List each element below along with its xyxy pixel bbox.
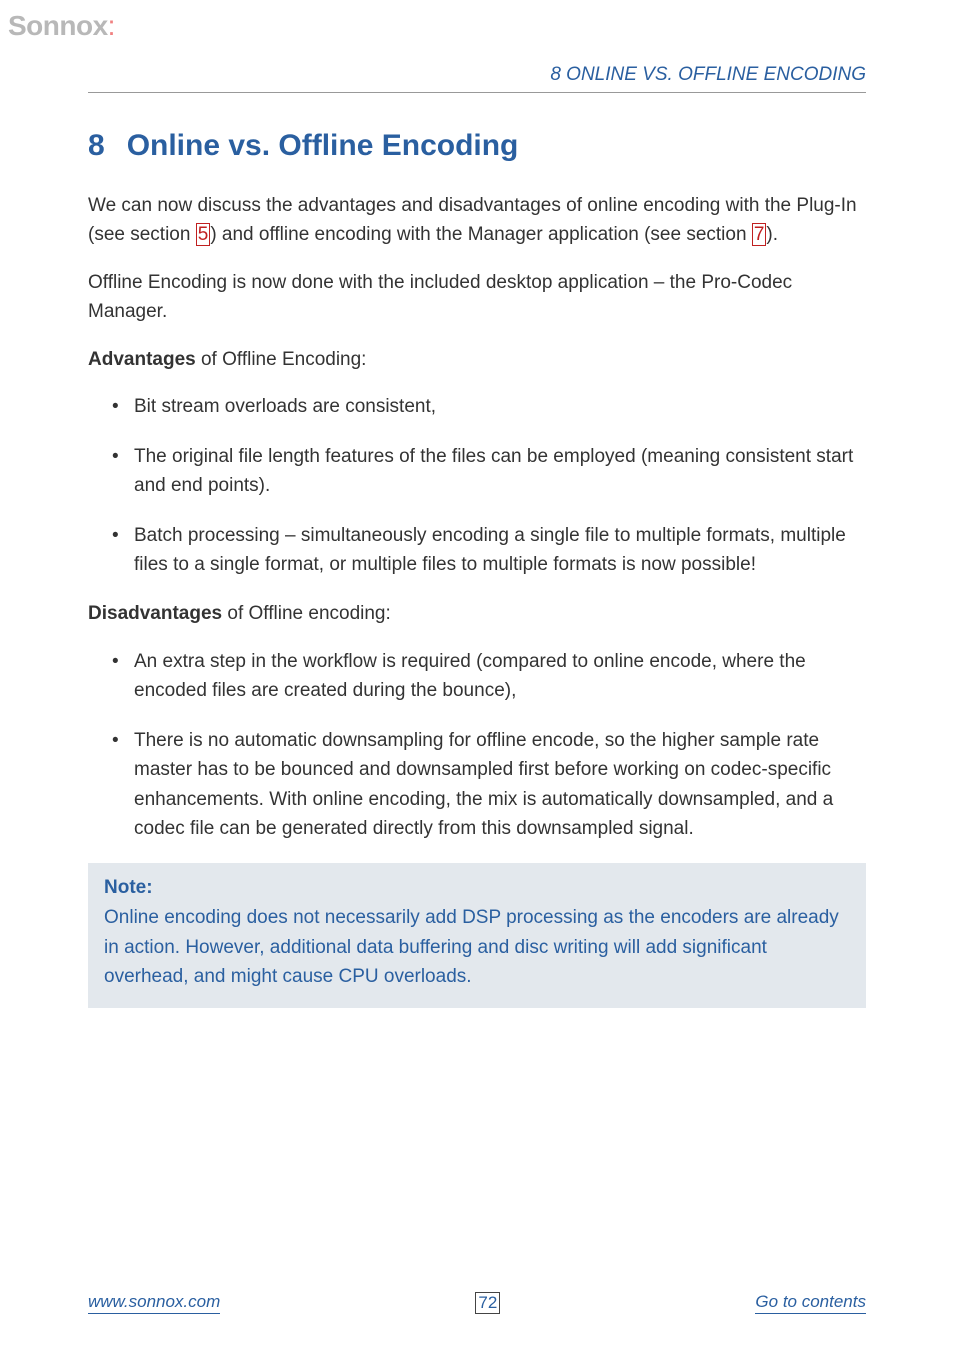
disadvantages-heading: Disadvantages of Offline encoding: bbox=[88, 599, 866, 628]
disadvantages-label: Disadvantages bbox=[88, 603, 222, 624]
disadvantages-list: An extra step in the workflow is require… bbox=[88, 647, 866, 844]
section-title-text: Online vs. Offline Encoding bbox=[127, 129, 519, 162]
logo-text: Sonnox bbox=[8, 10, 108, 41]
brand-logo: Sonnox: bbox=[8, 10, 115, 42]
list-item: The original file length features of the… bbox=[134, 442, 866, 501]
footer-url-link[interactable]: www.sonnox.com bbox=[88, 1292, 220, 1314]
list-item: Batch processing – simultaneously encodi… bbox=[134, 521, 866, 580]
list-item: There is no automatic downsampling for o… bbox=[134, 726, 866, 844]
note-title: Note: bbox=[104, 877, 850, 899]
section-link-7[interactable]: 7 bbox=[752, 223, 767, 246]
advantages-suffix: of Offline Encoding: bbox=[196, 349, 367, 370]
intro-paragraph: We can now discuss the advantages and di… bbox=[88, 191, 866, 250]
logo-accent: : bbox=[108, 10, 115, 41]
list-item: An extra step in the workflow is require… bbox=[134, 647, 866, 706]
page-content: 8 ONLINE VS. OFFLINE ENCODING 8 Online vs… bbox=[88, 64, 866, 1008]
section-heading: 8 Online vs. Offline Encoding bbox=[88, 129, 866, 163]
running-header: 8 ONLINE VS. OFFLINE ENCODING bbox=[88, 64, 866, 93]
disadvantages-suffix: of Offline encoding: bbox=[222, 603, 391, 624]
list-item: Bit stream overloads are consistent, bbox=[134, 392, 866, 421]
page-footer: www.sonnox.com 72 Go to contents bbox=[88, 1292, 866, 1314]
intro-part2: ) and offline encoding with the Manager … bbox=[210, 224, 752, 245]
section-number: 8 bbox=[88, 129, 105, 162]
advantages-heading: Advantages of Offline Encoding: bbox=[88, 345, 866, 374]
note-body: Online encoding does not necessarily add… bbox=[104, 903, 850, 991]
offline-description: Offline Encoding is now done with the in… bbox=[88, 268, 866, 327]
page-number: 72 bbox=[475, 1292, 500, 1314]
note-box: Note: Online encoding does not necessari… bbox=[88, 863, 866, 1007]
intro-part3: ). bbox=[766, 224, 778, 245]
advantages-list: Bit stream overloads are consistent, The… bbox=[88, 392, 866, 579]
advantages-label: Advantages bbox=[88, 349, 196, 370]
section-link-5[interactable]: 5 bbox=[196, 223, 211, 246]
contents-link[interactable]: Go to contents bbox=[755, 1292, 866, 1314]
